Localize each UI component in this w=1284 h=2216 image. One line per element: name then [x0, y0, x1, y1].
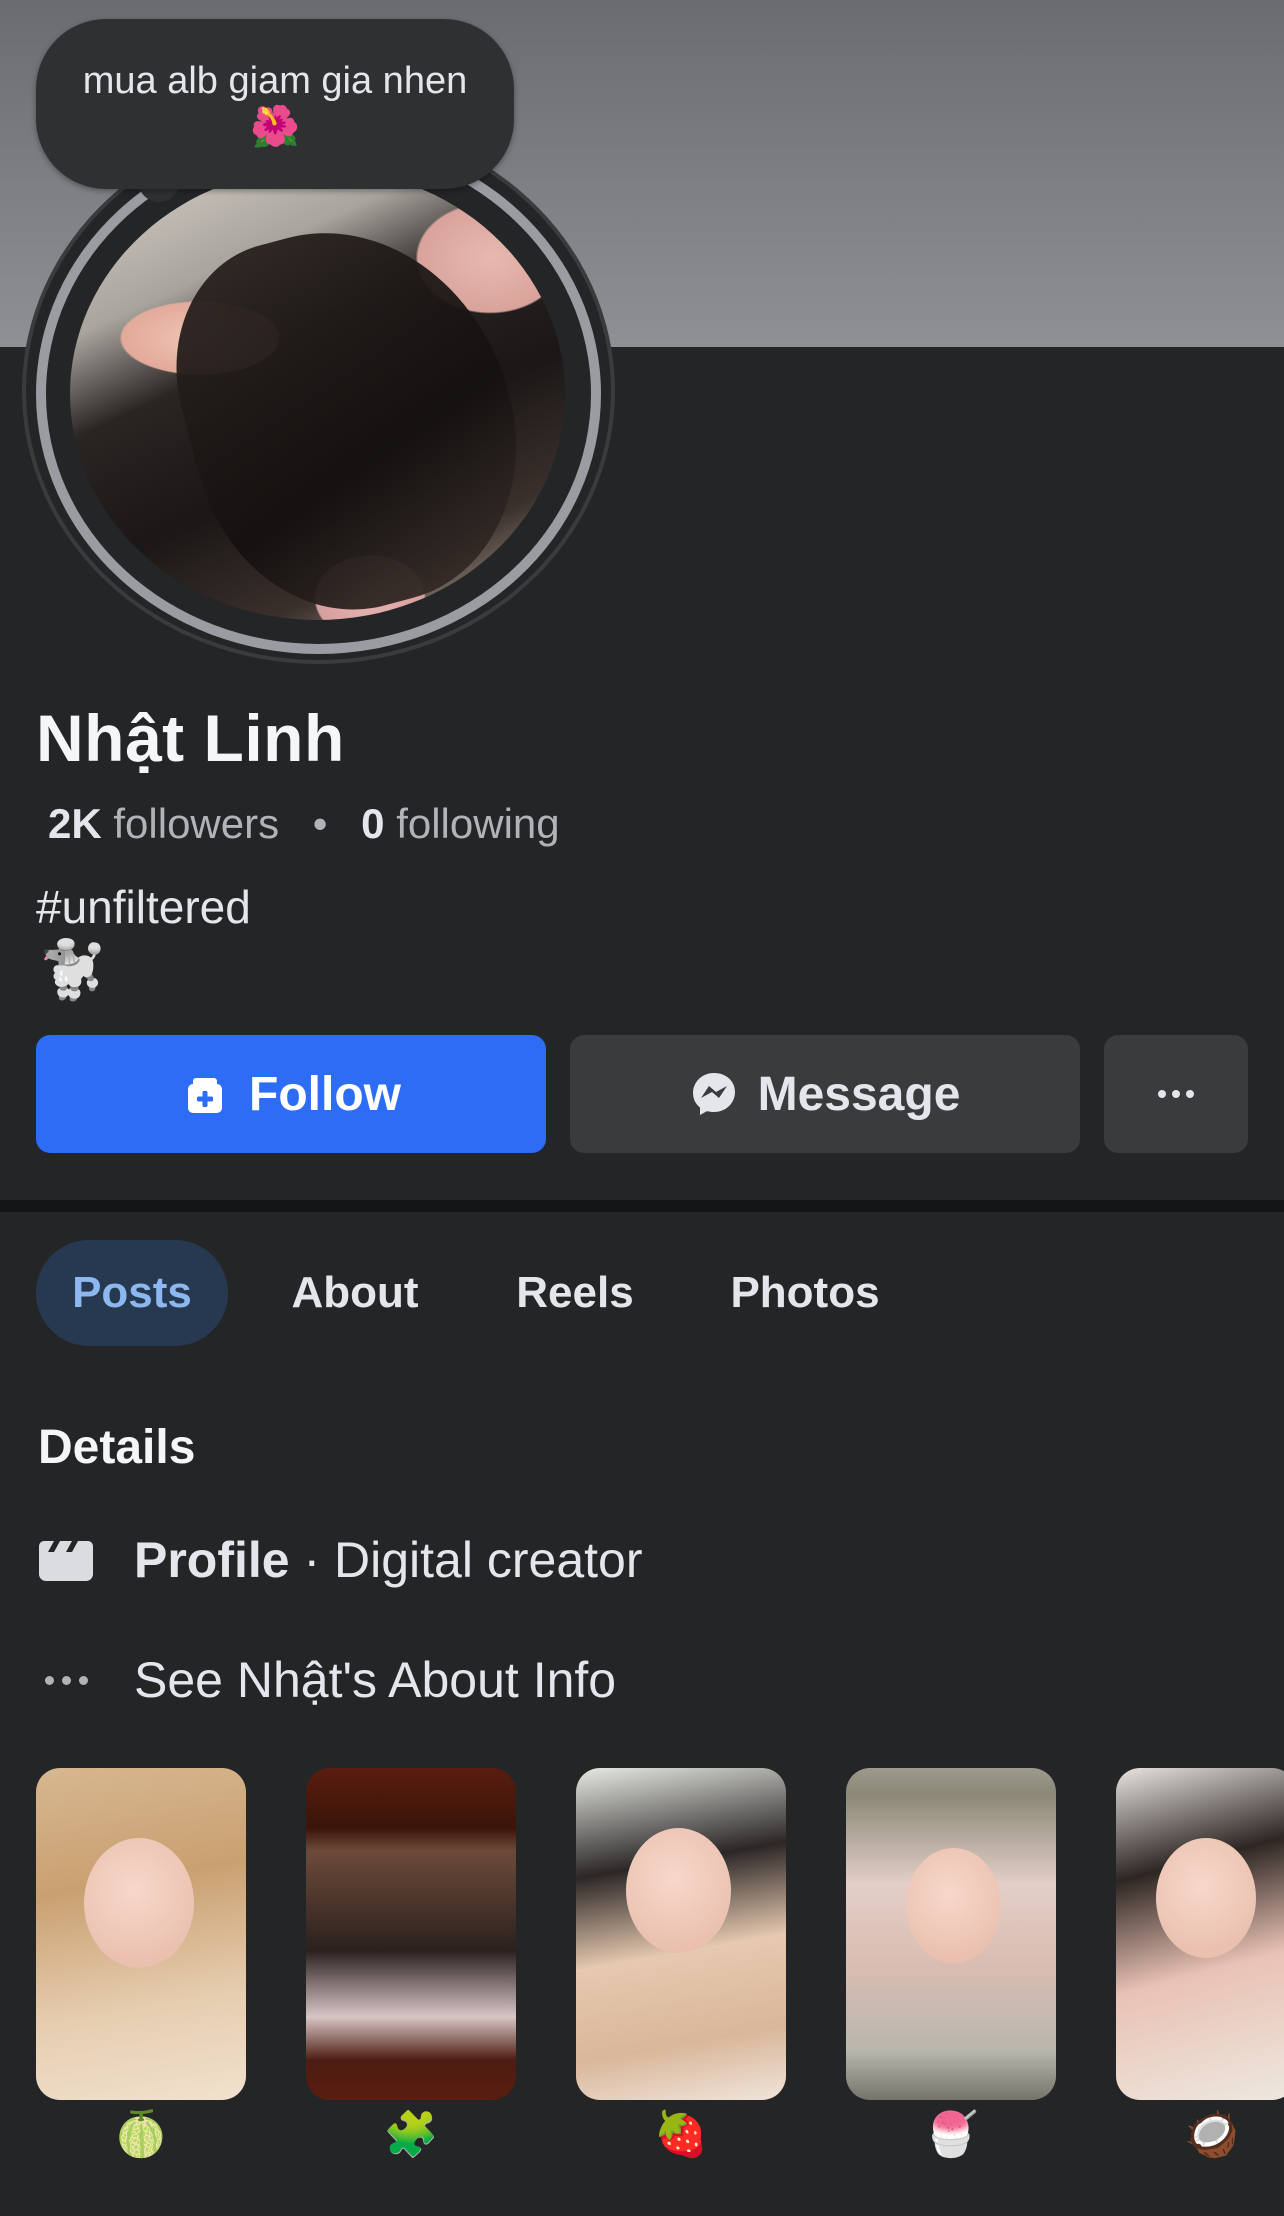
more-options-button[interactable] [1104, 1035, 1248, 1153]
follow-button-label: Follow [249, 1067, 401, 1121]
add-friend-icon [181, 1070, 229, 1118]
stats-separator: • [312, 800, 328, 847]
profile-note[interactable]: mua alb giam gia nhen 🌺 [36, 19, 514, 189]
detail-profile-key: Profile [134, 1532, 290, 1588]
highlight-card[interactable] [1116, 1768, 1284, 2100]
tab-reels[interactable]: Reels [500, 1240, 650, 1346]
message-button[interactable]: Message [570, 1035, 1080, 1153]
following-label[interactable]: following [396, 800, 559, 847]
detail-profile-type: Profile · Digital creator [36, 1525, 642, 1595]
highlight-card[interactable] [306, 1768, 516, 2100]
see-about-info-label: See Nhật's About Info [134, 1652, 617, 1708]
followers-label[interactable]: followers [113, 800, 279, 847]
clapperboard-icon [36, 1535, 96, 1585]
poodle-emoji: 🐩 [38, 938, 108, 1001]
avatar[interactable] [70, 168, 565, 620]
more-dots-icon [1158, 1090, 1194, 1098]
highlight-caption-strawberry: 🍓 [653, 2110, 709, 2159]
see-about-info-link[interactable]: See Nhật's About Info [36, 1645, 616, 1715]
profile-note-text: mua alb giam gia nhen [82, 60, 468, 102]
highlight-card[interactable] [36, 1768, 246, 2100]
bio-text[interactable]: #unfiltered [36, 880, 251, 934]
details-heading: Details [38, 1421, 196, 1474]
section-divider [0, 1200, 1284, 1212]
follow-stats: 2K followers • 0 following [48, 800, 560, 848]
highlight-caption-puzzle: 🧩 [383, 2110, 439, 2159]
tab-photos[interactable]: Photos [712, 1240, 898, 1346]
tab-posts[interactable]: Posts [36, 1240, 228, 1346]
profile-name: Nhật Linh [36, 701, 345, 775]
following-count[interactable]: 0 [361, 800, 384, 847]
message-button-label: Message [757, 1067, 961, 1121]
messenger-icon [690, 1070, 738, 1118]
follow-button[interactable]: Follow [36, 1035, 546, 1153]
highlight-caption-shaved-ice: 🍧 [923, 2110, 979, 2159]
detail-profile-value: · Digital creator [289, 1532, 643, 1588]
highlight-card[interactable] [846, 1768, 1056, 2100]
highlight-card[interactable] [576, 1768, 786, 2100]
followers-count[interactable]: 2K [48, 800, 102, 847]
highlight-caption-coconut: 🥥 [1184, 2110, 1239, 2159]
ellipsis-icon [36, 1655, 96, 1705]
highlight-caption-melon: 🍈 [113, 2110, 169, 2159]
tab-about[interactable]: About [270, 1240, 440, 1346]
hibiscus-emoji: 🌺 [250, 104, 300, 149]
